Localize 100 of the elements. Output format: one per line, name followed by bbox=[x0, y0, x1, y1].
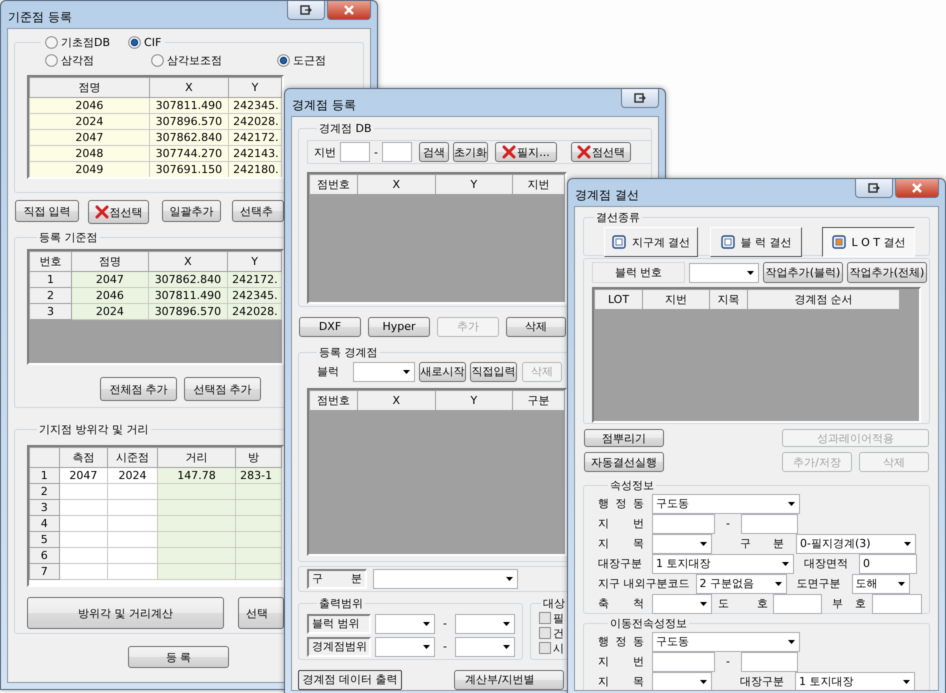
button[interactable]: Hyper bbox=[368, 316, 430, 337]
dropdown-field[interactable] bbox=[652, 594, 712, 614]
close-button[interactable] bbox=[895, 179, 939, 198]
dropdown-field[interactable]: 도해 bbox=[852, 574, 910, 594]
group-title: 이동전속성정보 bbox=[609, 616, 688, 631]
radio-option[interactable]: 도근점 bbox=[277, 53, 326, 68]
table-cell: 2049 bbox=[30, 162, 150, 177]
table-cell: 2024 bbox=[72, 304, 148, 320]
button[interactable]: 직접 입력 bbox=[15, 200, 79, 222]
button[interactable]: 검색 bbox=[418, 142, 449, 162]
button[interactable]: 자동결선실행 bbox=[584, 452, 664, 472]
dropdown-field[interactable] bbox=[455, 614, 515, 634]
column-header: X bbox=[357, 390, 436, 410]
toggle-button[interactable]: 블 럭 결선 bbox=[710, 227, 802, 257]
table-cell: 307896.570 bbox=[148, 304, 228, 320]
group-title: 등록 경계점 bbox=[318, 344, 378, 360]
column-header: 지목 bbox=[710, 290, 748, 310]
text-field[interactable] bbox=[340, 142, 370, 162]
checkbox-option[interactable]: 시 bbox=[539, 640, 567, 656]
table-cell: 2047 bbox=[30, 130, 150, 146]
separator-text: - bbox=[442, 617, 448, 630]
button[interactable]: 작업추가(전체) bbox=[847, 262, 927, 283]
restore-button[interactable] bbox=[855, 179, 893, 198]
button[interactable]: 직접입력 bbox=[470, 362, 517, 382]
radio-option[interactable]: 삼각보조점 bbox=[151, 53, 277, 68]
dropdown-field[interactable] bbox=[375, 636, 435, 657]
button[interactable]: 계산부/지번별 bbox=[454, 670, 564, 690]
button[interactable]: DXF bbox=[299, 316, 361, 337]
field-label: 지 목 bbox=[598, 674, 644, 689]
dropdown-field[interactable] bbox=[652, 672, 712, 690]
window-title: 기준점 등록 bbox=[8, 9, 73, 26]
column-header: LOT bbox=[594, 290, 642, 310]
button[interactable]: 등 록 bbox=[128, 646, 229, 668]
dropdown-field[interactable]: 1 토지대장 bbox=[795, 672, 915, 690]
radio-option[interactable]: CIF bbox=[128, 35, 162, 50]
button[interactable]: 필지... bbox=[494, 142, 557, 162]
radio-option[interactable]: 기초점DB bbox=[45, 35, 110, 50]
button[interactable]: 작업추가(블럭) bbox=[763, 262, 843, 283]
group-title: 출력범위 bbox=[318, 596, 364, 611]
table-cell: 2047 bbox=[59, 468, 108, 484]
dropdown-field[interactable]: 2 구분없음 bbox=[696, 574, 786, 594]
button[interactable]: 선택 bbox=[238, 597, 284, 629]
field-label: 지 번 bbox=[598, 516, 644, 531]
dropdown-arrow-icon bbox=[700, 602, 707, 606]
checkbox-option[interactable]: 필 bbox=[539, 610, 567, 626]
button[interactable]: 삭제 bbox=[506, 316, 566, 337]
table-cell bbox=[108, 548, 158, 564]
text-field[interactable] bbox=[652, 652, 715, 672]
text-field[interactable] bbox=[773, 594, 822, 614]
dropdown-field[interactable] bbox=[373, 569, 518, 590]
text-field[interactable] bbox=[872, 594, 922, 614]
table-cell bbox=[59, 564, 108, 580]
table-cell bbox=[236, 548, 282, 564]
table-cell bbox=[108, 516, 158, 532]
text-field[interactable] bbox=[382, 142, 412, 162]
button[interactable]: 전체점 추가 bbox=[100, 377, 177, 401]
dropdown-field[interactable]: 0-필지경계(3) bbox=[796, 534, 916, 554]
dropdown-field[interactable]: 1 토지대장 bbox=[652, 554, 794, 574]
column-header: X bbox=[148, 252, 228, 272]
column-header: X bbox=[357, 174, 436, 194]
checkbox-option[interactable]: 건 bbox=[539, 626, 567, 641]
text-field[interactable] bbox=[741, 514, 798, 534]
dropdown-field[interactable] bbox=[353, 362, 415, 382]
dropdown-arrow-icon bbox=[904, 542, 911, 546]
restore-button[interactable] bbox=[621, 89, 659, 108]
window-title: 경계점 결선 bbox=[575, 187, 640, 204]
button[interactable]: 점선택 bbox=[88, 200, 149, 224]
column-header: 번호 bbox=[30, 252, 72, 272]
button[interactable]: 점선택 bbox=[570, 142, 631, 162]
text-field[interactable] bbox=[652, 514, 715, 534]
separator-text: - bbox=[725, 517, 731, 530]
button[interactable]: 새로시작 bbox=[419, 362, 466, 382]
button[interactable]: 초기화 bbox=[452, 142, 488, 162]
dropdown-field[interactable] bbox=[652, 534, 712, 554]
dropdown-field[interactable]: 구도동 bbox=[652, 632, 800, 652]
restore-button[interactable] bbox=[287, 1, 325, 20]
dropdown-field[interactable] bbox=[375, 614, 435, 634]
button[interactable]: 일괄추가 bbox=[162, 200, 221, 222]
separator-text: - bbox=[725, 655, 731, 668]
dropdown-arrow-icon bbox=[898, 582, 904, 586]
dropdown-field[interactable] bbox=[455, 636, 515, 657]
table-cell bbox=[108, 532, 158, 548]
toggle-button[interactable]: L O T 결선 bbox=[822, 227, 915, 257]
text-field[interactable]: 0 bbox=[859, 554, 917, 574]
toggle-button[interactable]: 지구계 결선 bbox=[604, 227, 698, 257]
table-cell: 307691.150 bbox=[149, 162, 229, 177]
close-button[interactable] bbox=[327, 1, 371, 20]
table-cell bbox=[108, 484, 158, 500]
field-label: 대장구분 bbox=[598, 556, 643, 571]
dropdown-field[interactable]: 구도동 bbox=[652, 494, 800, 514]
button[interactable]: 점뿌리기 bbox=[584, 429, 664, 447]
button[interactable]: 선택점 추가 bbox=[184, 377, 261, 401]
column-header: 거리 bbox=[157, 448, 236, 468]
button[interactable]: 경계점 데이터 출력 bbox=[298, 670, 402, 690]
dropdown-field[interactable] bbox=[689, 262, 759, 282]
button[interactable]: 방위각 및 거리계산 bbox=[27, 597, 224, 629]
radio-option[interactable]: 삼각점 bbox=[45, 53, 151, 68]
text-field[interactable] bbox=[741, 652, 798, 672]
column-header: Y bbox=[228, 252, 282, 272]
button[interactable]: 선택추 bbox=[232, 200, 284, 222]
